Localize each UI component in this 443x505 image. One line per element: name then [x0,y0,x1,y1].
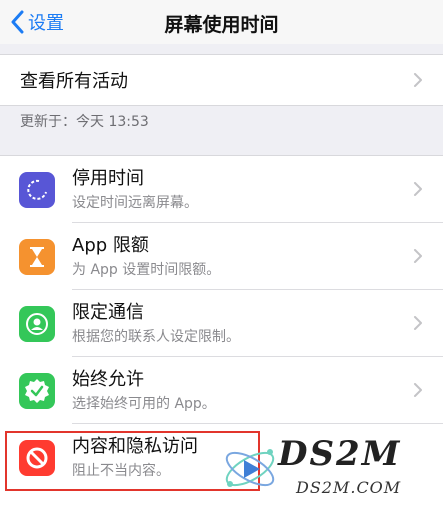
app-limits-title: App 限额 [72,235,149,256]
watermark-url: DS2M.COM [296,478,402,497]
list-item-app-limits[interactable]: App 限额 为 App 设置时间限额。 [0,223,443,290]
communication-limits-title: 限定通信 [72,302,144,323]
downtime-icon [19,172,55,208]
chevron-right-icon [414,182,422,196]
checkmark-badge-icon [19,373,55,409]
downtime-subtitle: 设定时间远离屏幕。 [72,195,198,211]
chevron-right-icon [414,383,422,397]
downtime-title: 停用时间 [72,168,144,189]
navigation-bar: 设置 屏幕使用时间 [0,0,443,44]
view-all-activity-row[interactable]: 查看所有活动 [0,54,443,106]
communication-limits-subtitle: 根据您的联系人设定限制。 [72,329,240,345]
watermark-text: DS2M [278,434,402,474]
view-all-activity-label: 查看所有活动 [20,71,128,92]
always-allowed-title: 始终允许 [72,369,144,390]
list-item-always-allowed[interactable]: 始终允许 选择始终可用的 App。 [0,357,443,424]
contact-icon [19,306,55,342]
watermark-logo-icon [225,449,275,487]
chevron-right-icon [414,316,422,330]
app-limits-subtitle: 为 App 设置时间限额。 [72,262,221,278]
always-allowed-subtitle: 选择始终可用的 App。 [72,396,216,412]
page-title: 屏幕使用时间 [164,14,279,36]
chevron-right-icon [414,249,422,263]
updated-timestamp: 更新于：今天 13:53 [20,114,149,130]
chevron-right-icon [414,73,422,87]
watermark: DS2M DS2M.COM [218,434,443,504]
hourglass-icon [19,239,55,275]
list-item-downtime[interactable]: 停用时间 设定时间远离屏幕。 [0,156,443,223]
list-item-communication-limits[interactable]: 限定通信 根据您的联系人设定限制。 [0,290,443,357]
